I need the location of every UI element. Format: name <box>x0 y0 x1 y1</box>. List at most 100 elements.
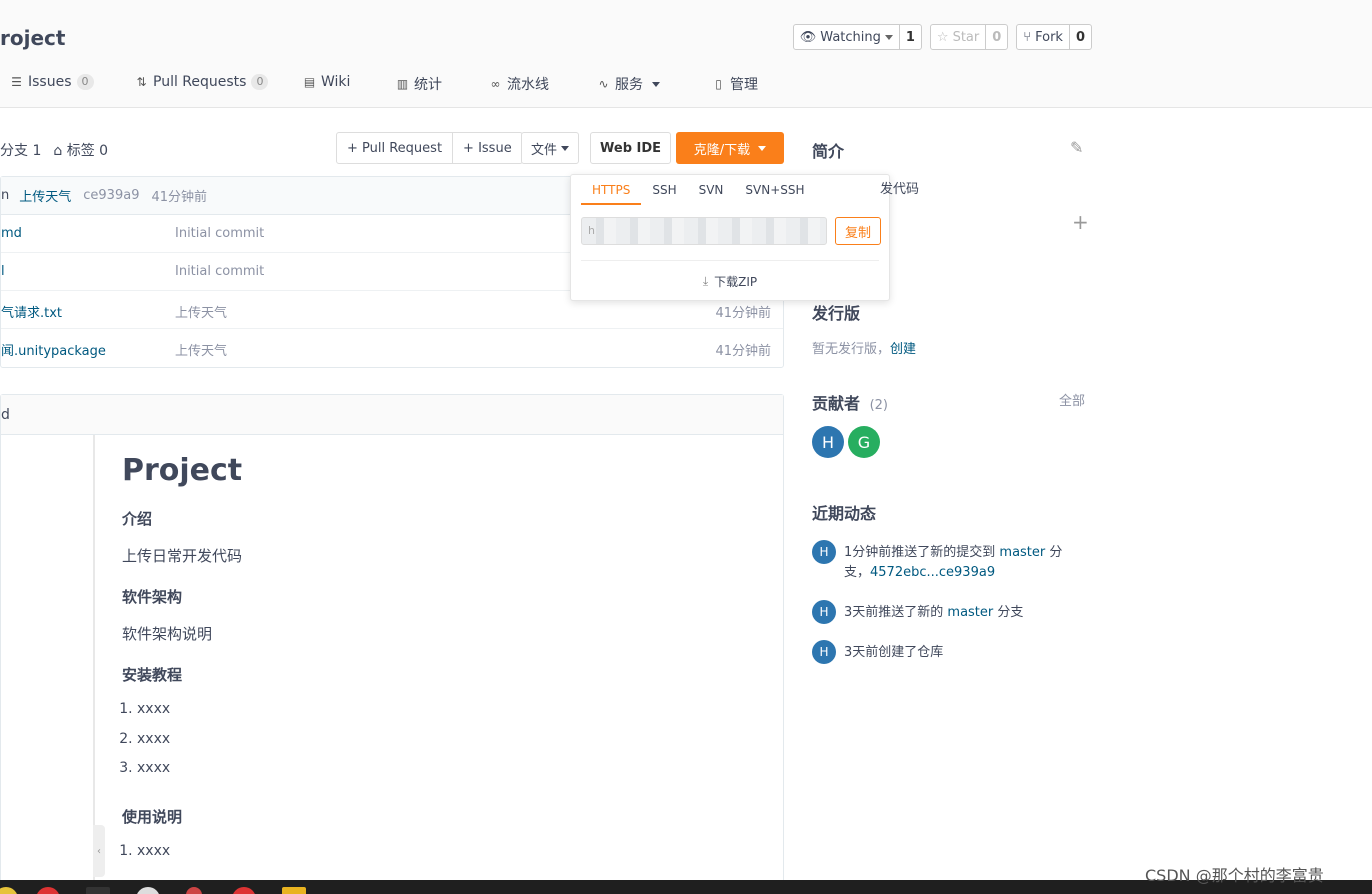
activity-label: 分支 <box>993 605 1024 620</box>
releases-title: 发行版 <box>812 304 861 323</box>
manage-icon: ▯ <box>715 76 722 91</box>
tab-pull-requests[interactable]: ⇅ Pull Requests 0 <box>135 74 269 90</box>
branch-link[interactable]: master <box>947 605 993 620</box>
tag-label: 标签 0 <box>66 143 109 159</box>
tag-icon: ⌂ <box>53 143 63 159</box>
activity-label: 3天前推送了新的 <box>844 605 948 620</box>
create-release-link[interactable]: 创建 <box>890 342 916 357</box>
tab-wiki[interactable]: ▤ Wiki <box>303 74 351 90</box>
new-issue-button[interactable]: + Issue <box>452 133 522 163</box>
releases-none: 暂无发行版， <box>812 342 891 357</box>
branch-count[interactable]: 分支 1 <box>0 140 41 160</box>
tab-service[interactable]: ∿ 服务 <box>597 74 660 94</box>
file-name[interactable]: l <box>1 264 5 279</box>
taskbar-app-icon[interactable] <box>86 887 110 894</box>
readme-heading: 软件架构 <box>122 588 183 606</box>
tab-https[interactable]: HTTPS <box>581 181 642 205</box>
tab-label: Wiki <box>321 74 351 90</box>
tab-label: Issues <box>28 74 72 90</box>
tab-pipeline[interactable]: ∞ 流水线 <box>489 74 550 94</box>
pull-request-icon: ⇅ <box>136 74 147 89</box>
tab-svn-ssh[interactable]: SVN+SSH <box>734 181 815 205</box>
clone-url-input[interactable]: h <box>581 217 827 245</box>
readme-heading: 介绍 <box>122 510 153 528</box>
commit-message[interactable]: 上传天气 <box>19 186 71 205</box>
tag-count[interactable]: ⌂ 标签 0 <box>53 140 108 160</box>
releases-info: 暂无发行版，创建 <box>812 338 916 357</box>
watch-count[interactable]: 1 <box>898 25 921 49</box>
readme-header: d <box>1 395 783 435</box>
readme-title: Project <box>122 453 243 488</box>
tab-issues[interactable]: ☰ Issues 0 <box>10 74 94 90</box>
file-name[interactable]: md <box>1 226 22 241</box>
branch-link[interactable]: master <box>999 545 1045 560</box>
taskbar-app-icon[interactable] <box>36 887 60 894</box>
tab-ssh[interactable]: SSH <box>641 181 687 205</box>
taskbar-app-icon[interactable] <box>136 887 160 894</box>
edit-icon[interactable]: ✎ <box>1070 138 1083 157</box>
clone-label: 克隆/下载 <box>693 142 751 158</box>
taskbar-app-icon[interactable] <box>0 887 18 894</box>
activity-label: 3天前创建了仓库 <box>844 645 944 660</box>
tab-label: Pull Requests <box>153 74 247 90</box>
list-item: xxxx <box>137 839 763 869</box>
fork-icon: ⑂ <box>1023 29 1032 45</box>
file-commit-message[interactable]: 上传天气 <box>175 302 227 321</box>
clone-download-button[interactable]: 克隆/下载 <box>676 132 784 164</box>
avatar[interactable]: H <box>812 600 836 624</box>
tab-label: 流水线 <box>507 77 549 93</box>
intro-title: 简介 <box>812 142 845 161</box>
plus-icon[interactable]: + <box>1072 210 1089 234</box>
file-time: 41分钟前 <box>715 306 771 321</box>
file-commit-message[interactable]: Initial commit <box>175 226 264 241</box>
star-count[interactable]: 0 <box>985 25 1007 49</box>
avatar[interactable]: G <box>848 426 880 458</box>
tab-svn[interactable]: SVN <box>688 181 735 205</box>
compare-link[interactable]: 4572ebc...ce939a9 <box>870 565 995 580</box>
contributors-all-link[interactable]: 全部 <box>1059 390 1085 409</box>
chevron-down-icon <box>652 81 660 87</box>
table-row[interactable]: 闻.unitypackage 上传天气 41分钟前 <box>1 329 783 367</box>
star-button[interactable]: ☆ Star 0 <box>929 24 1009 50</box>
file-menu-button[interactable]: 文件 <box>521 132 580 164</box>
avatar[interactable]: H <box>812 426 844 458</box>
chevron-down-icon <box>758 145 767 151</box>
download-icon: ⤓ <box>702 274 709 288</box>
taskbar-app-icon[interactable] <box>232 887 256 894</box>
readme-panel: d ‹ Project 介绍 上传日常开发代码 软件架构 软件架构说明 安装教程… <box>0 394 784 894</box>
commit-sha[interactable]: ce939a9 <box>83 188 139 203</box>
watch-button[interactable]: 👁 Watching 1 <box>792 24 922 50</box>
new-pull-request-button[interactable]: + Pull Request <box>337 133 452 163</box>
readme-toc <box>1 435 95 894</box>
wiki-icon: ▤ <box>303 74 316 89</box>
file-name[interactable]: 闻.unitypackage <box>1 340 106 359</box>
contributors-title: 贡献者 (2) <box>812 390 888 414</box>
tab-stats[interactable]: ▥ 统计 <box>396 74 442 94</box>
tab-manage[interactable]: ▯ 管理 <box>712 74 758 94</box>
branch-toolbar: 分支 1 ⌂ 标签 0 + Pull Request + Issue 文件 We… <box>0 132 784 164</box>
pull-requests-badge: 0 <box>251 74 269 90</box>
service-icon: ∿ <box>598 76 609 91</box>
web-ide-button[interactable]: Web IDE <box>590 132 672 164</box>
avatar[interactable]: H <box>812 640 836 664</box>
activity-text: 3天前推送了新的 master 分支 <box>844 603 1084 623</box>
toc-toggle-button[interactable]: ‹ <box>93 825 105 877</box>
file-name[interactable]: 气请求.txt <box>1 302 62 321</box>
taskbar-app-icon[interactable] <box>282 887 306 894</box>
fork-count[interactable]: 0 <box>1068 25 1091 49</box>
repo-header: roject 👁 Watching 1 ☆ Star 0 ⑂ Fork 0 ☰ … <box>0 0 1372 108</box>
readme-paragraph: 上传日常开发代码 <box>122 547 243 565</box>
file-commit-message[interactable]: 上传天气 <box>175 340 227 359</box>
install-list: xxxx xxxx xxxx <box>122 697 763 786</box>
tab-label: 统计 <box>414 77 442 93</box>
repo-title[interactable]: roject <box>0 26 65 50</box>
taskbar-app-icon[interactable] <box>186 887 202 894</box>
activity-text: 3天前创建了仓库 <box>844 643 1084 663</box>
pipeline-icon: ∞ <box>490 76 501 91</box>
file-commit-message[interactable]: Initial commit <box>175 264 264 279</box>
fork-button[interactable]: ⑂ Fork 0 <box>1016 24 1092 50</box>
repo-stat-buttons: 👁 Watching 1 ☆ Star 0 ⑂ Fork 0 <box>792 24 1092 50</box>
avatar[interactable]: H <box>812 540 836 564</box>
commit-author[interactable]: n <box>1 188 9 203</box>
eye-icon: 👁 <box>799 29 817 45</box>
